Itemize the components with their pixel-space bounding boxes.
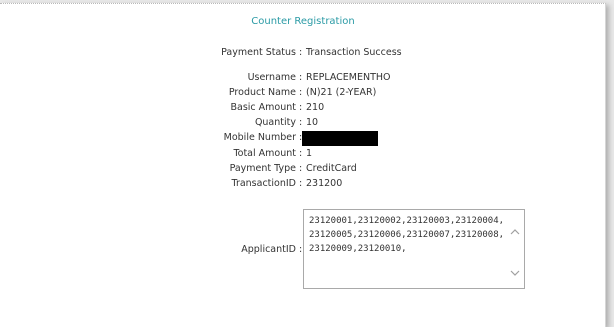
redacted-value: [302, 131, 378, 146]
field-label: ApplicantID: [241, 244, 296, 255]
field-quantity: Quantity : 10: [0, 116, 606, 130]
field-value: 231200: [306, 178, 343, 189]
field-label: TransactionID: [231, 178, 296, 189]
field-basic-amount: Basic Amount : 210: [0, 101, 606, 115]
field-value: 210: [306, 102, 325, 113]
field-label: Mobile Number: [223, 132, 296, 143]
field-product-name: Product Name : (N)21 (2-YEAR): [0, 86, 606, 100]
field-value: 1: [306, 148, 313, 159]
registration-panel: Counter Registration Payment Status : Tr…: [0, 3, 606, 327]
field-value: REPLACEMENTHO: [306, 72, 391, 83]
field-separator: :: [299, 87, 303, 98]
field-label: Username: [247, 72, 296, 83]
field-username: Username : REPLACEMENTHO: [0, 71, 606, 85]
field-value: Transaction Success: [306, 47, 402, 58]
chevron-up-icon[interactable]: [508, 226, 522, 240]
field-value: CreditCard: [306, 163, 357, 174]
field-value: 10: [306, 117, 319, 128]
field-transaction-id: TransactionID : 231200: [0, 177, 606, 191]
field-separator: :: [299, 72, 303, 83]
field-separator: :: [299, 178, 303, 189]
field-separator: :: [299, 102, 303, 113]
field-separator: :: [299, 117, 303, 128]
field-label: Total Amount: [233, 148, 296, 159]
field-payment-status: Payment Status : Transaction Success: [0, 46, 606, 60]
field-label: Payment Type: [229, 163, 296, 174]
field-separator: :: [299, 148, 303, 159]
page-title: Counter Registration: [251, 16, 355, 27]
field-separator: :: [299, 244, 303, 255]
field-label: Product Name: [228, 87, 296, 98]
field-separator: :: [299, 163, 303, 174]
chevron-down-icon[interactable]: [508, 268, 522, 282]
field-label: Quantity: [254, 117, 296, 128]
field-separator: :: [299, 47, 303, 58]
field-label: Basic Amount: [230, 102, 296, 113]
field-mobile-number: Mobile Number :: [0, 131, 606, 146]
field-value: (N)21 (2-YEAR): [306, 87, 377, 98]
field-payment-type: Payment Type : CreditCard: [0, 162, 606, 176]
field-total-amount: Total Amount : 1: [0, 147, 606, 161]
field-label: Payment Status: [221, 47, 296, 58]
applicant-id-text: 23120001,23120002,23120003,23120004,2312…: [309, 216, 505, 254]
textarea-scrollbar[interactable]: [508, 212, 522, 286]
applicant-id-textarea[interactable]: 23120001,23120002,23120003,23120004,2312…: [303, 209, 525, 289]
